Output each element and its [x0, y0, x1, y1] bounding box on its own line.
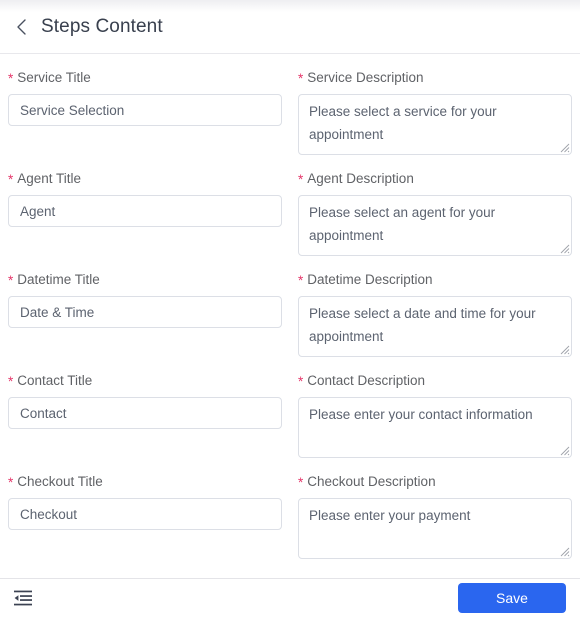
required-asterisk: * — [298, 273, 304, 288]
steps-content-form: *Service Title *Service Description — [0, 54, 580, 559]
datetime-title-input[interactable] — [8, 296, 282, 328]
service-title-input[interactable] — [8, 94, 282, 126]
page-title: Steps Content — [41, 15, 163, 37]
contact-title-input[interactable] — [8, 397, 282, 429]
steps-content-panel: Steps Content *Service Title *Service De… — [0, 0, 580, 617]
chevron-left-icon[interactable] — [10, 16, 32, 38]
required-asterisk: * — [298, 374, 304, 389]
checkout-title-input[interactable] — [8, 498, 282, 530]
field-checkout-title: * Checkout Title — [8, 474, 282, 559]
field-contact-description: * Contact Description — [298, 373, 572, 458]
form-row: *Agent Title *Agent Description — [8, 171, 572, 256]
field-label-text: Datetime Description — [307, 272, 433, 287]
menu-fold-icon[interactable] — [12, 587, 34, 609]
form-scroll-area[interactable]: *Service Title *Service Description — [0, 54, 580, 578]
field-label: * Checkout Description — [298, 474, 572, 490]
field-agent-title: * Agent Title — [8, 171, 282, 256]
required-asterisk: * — [298, 475, 304, 490]
datetime-description-textarea[interactable] — [298, 296, 572, 357]
required-asterisk: * — [8, 71, 14, 86]
form-row: *Checkout Title *Checkout Description — [8, 474, 572, 559]
field-label: * Contact Description — [298, 373, 572, 389]
textarea-wrapper — [298, 397, 572, 458]
field-label: * Contact Title — [8, 373, 282, 389]
field-contact-title: * Contact Title — [8, 373, 282, 458]
field-label: * Service Title — [8, 70, 282, 86]
field-label-text: Checkout Title — [17, 474, 103, 489]
field-label-text: Service Description — [307, 70, 424, 85]
field-label-text: Agent Description — [307, 171, 414, 186]
textarea-wrapper — [298, 94, 572, 155]
required-asterisk: * — [298, 71, 304, 86]
field-label-text: Service Title — [17, 70, 91, 85]
field-label-text: Datetime Title — [17, 272, 100, 287]
form-row: *Datetime Title *Datetime Description — [8, 272, 572, 357]
field-checkout-description: * Checkout Description — [298, 474, 572, 559]
form-row: *Contact Title *Contact Description — [8, 373, 572, 458]
field-datetime-description: * Datetime Description — [298, 272, 572, 357]
field-label-text: Contact Description — [307, 373, 426, 388]
contact-description-textarea[interactable] — [298, 397, 572, 458]
agent-description-textarea[interactable] — [298, 195, 572, 256]
field-label-text: Checkout Description — [307, 474, 436, 489]
required-asterisk: * — [8, 475, 14, 490]
textarea-wrapper — [298, 195, 572, 256]
required-asterisk: * — [8, 273, 14, 288]
field-label-text: Agent Title — [17, 171, 82, 186]
field-label: * Agent Title — [8, 171, 282, 187]
field-service-title: * Service Title — [8, 70, 282, 155]
required-asterisk: * — [8, 172, 14, 187]
field-label: * Datetime Description — [298, 272, 572, 288]
service-description-textarea[interactable] — [298, 94, 572, 155]
agent-title-input[interactable] — [8, 195, 282, 227]
panel-footer: Save — [0, 578, 580, 617]
panel-header: Steps Content — [0, 0, 580, 54]
field-label: * Agent Description — [298, 171, 572, 187]
field-label: * Service Description — [298, 70, 572, 86]
required-asterisk: * — [8, 374, 14, 389]
field-datetime-title: * Datetime Title — [8, 272, 282, 357]
field-label-text: Contact Title — [17, 373, 93, 388]
textarea-wrapper — [298, 498, 572, 559]
field-label: * Datetime Title — [8, 272, 282, 288]
checkout-description-textarea[interactable] — [298, 498, 572, 559]
field-label: * Checkout Title — [8, 474, 282, 490]
form-row: *Service Title *Service Description — [8, 70, 572, 155]
save-button[interactable]: Save — [458, 583, 566, 613]
field-service-description: * Service Description — [298, 70, 572, 155]
field-agent-description: * Agent Description — [298, 171, 572, 256]
required-asterisk: * — [298, 172, 304, 187]
textarea-wrapper — [298, 296, 572, 357]
